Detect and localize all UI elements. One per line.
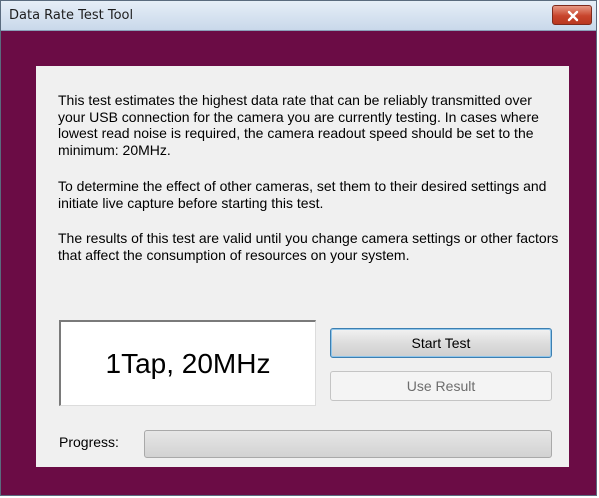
window-title: Data Rate Test Tool [9, 8, 134, 23]
description-paragraph-1: This test estimates the highest data rat… [58, 92, 539, 158]
start-test-button[interactable]: Start Test [330, 328, 552, 358]
description-paragraph-2: To determine the effect of other cameras… [58, 178, 547, 211]
use-result-button[interactable]: Use Result [330, 371, 552, 401]
close-icon [567, 10, 579, 22]
content-panel: This test estimates the highest data rat… [36, 66, 569, 467]
result-display-value: 1Tap, 20MHz [105, 348, 271, 379]
title-bar[interactable]: Data Rate Test Tool [1, 1, 596, 31]
close-button[interactable] [552, 5, 592, 25]
result-display: 1Tap, 20MHz [59, 320, 316, 406]
progress-label: Progress: [59, 434, 119, 450]
progress-bar [144, 430, 552, 458]
description-paragraph-3: The results of this test are valid until… [58, 230, 559, 263]
